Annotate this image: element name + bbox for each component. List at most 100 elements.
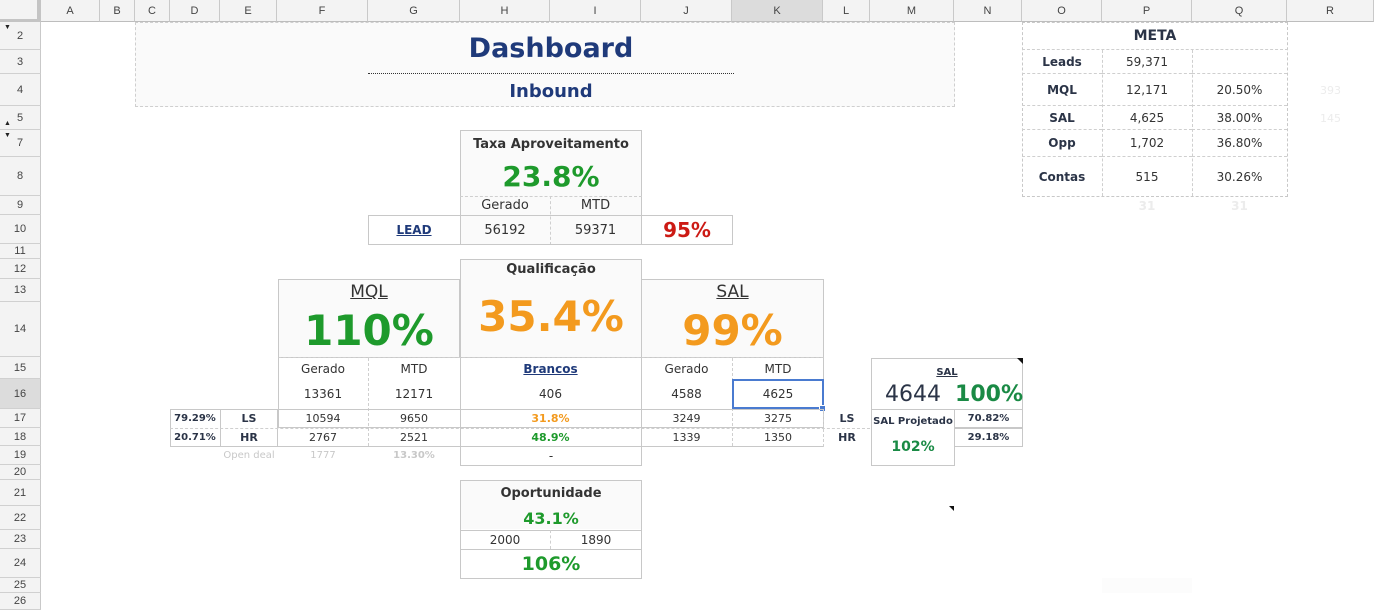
taxa-gerado-label: Gerado [481,198,529,213]
meta-row-pct: 30.26% [1216,169,1263,184]
row-number: 26 [13,595,27,607]
row-header[interactable]: 25 [0,578,41,593]
column-header[interactable]: H [460,0,550,22]
row-number: 21 [13,486,27,499]
row-header[interactable]: 2 ▼ [0,22,41,50]
collapse-group-icon[interactable]: ▼ [4,132,11,139]
title-divider [368,73,734,74]
expand-group-icon[interactable]: ▲ [4,120,11,127]
row-number: 23 [13,533,27,545]
row-number: 7 [16,137,24,149]
row-header[interactable]: 20 [0,465,41,480]
row-header[interactable]: 26 [0,593,41,610]
qualificacao-ls-pct: 31.8% [531,412,570,425]
row-header[interactable]: 24 [0,549,41,578]
row-header[interactable]: 8 [0,157,41,196]
brancos-link[interactable]: Brancos [460,358,641,379]
sal-ls-share: 70.82% [967,413,1010,424]
sal-gerado-value: 4588 [671,387,702,401]
sal-hr-share: 29.18% [967,431,1010,443]
row-header[interactable]: 17 [0,409,41,428]
meta-title: META [1022,22,1288,50]
row-header[interactable]: 23 [0,530,41,549]
divider [1102,50,1103,196]
dashboard-subtitle: Inbound [509,80,593,102]
qualificacao-bottom: - [548,449,554,463]
row-header[interactable]: 3 [0,50,41,74]
row-header[interactable]: 19 [0,446,41,465]
row-header[interactable]: 4 [0,74,41,106]
row-header[interactable]: 18 [0,428,41,446]
column-header[interactable]: B [100,0,135,22]
column-header[interactable]: M [870,0,954,22]
lead-link[interactable]: LEAD [368,215,460,245]
row-number: 9 [16,199,24,211]
row-header[interactable]: 21 [0,480,41,506]
row-number: 22 [13,511,27,524]
oportunidade-value: 43.1% [523,508,579,528]
meta-row-value: 4,625 [1102,106,1192,130]
mql-ls-mtd: 9650 [400,412,428,425]
row-header[interactable]: 13 [0,279,41,302]
column-header[interactable]: F [277,0,368,22]
mql-gerado-value: 13361 [303,387,343,401]
oportunidade-title: Oportunidade [500,485,602,501]
column-header[interactable]: P [1102,0,1192,22]
qualificacao-value: 35.4% [478,291,624,341]
row-number: 2 [16,29,24,42]
row-header[interactable]: 12 [0,259,41,279]
selected-cell-sal-mtd[interactable]: 4625 [732,379,824,409]
column-header[interactable]: A [41,0,100,22]
collapse-group-icon[interactable]: ▼ [4,24,11,31]
row-number: 25 [13,579,27,591]
column-header[interactable]: L [823,0,870,22]
comment-indicator-icon[interactable] [949,506,954,511]
sal-hr-label: HR [838,430,856,444]
oportunidade-left: 2000 [489,532,521,547]
column-header[interactable]: C [135,0,170,22]
row-number: 5 [16,111,24,124]
open-deal-value: 1777 [310,450,336,461]
sal-hr-gerado: 1339 [672,430,701,444]
meta-side-value: 145 [1320,111,1341,125]
column-header[interactable]: R [1287,0,1374,22]
column-header[interactable]: J [641,0,732,22]
row-number: 18 [13,430,27,443]
column-header[interactable]: E [220,0,277,22]
mql-hr-label: HR [240,430,258,444]
sal-ls-gerado: 3249 [672,412,701,425]
row-number: 8 [16,170,24,182]
mql-ls-gerado: 10594 [305,412,341,425]
meta-row-value: 1,702 [1102,130,1192,157]
meta-row-label: MQL [1022,74,1102,106]
row-header[interactable]: 15 [0,357,41,379]
row-header[interactable]: 5 ▲ [0,106,41,130]
qualificacao-title: Qualificação [506,261,596,277]
column-header[interactable]: D [170,0,220,22]
row-header[interactable]: 16 [0,379,41,409]
row-header[interactable]: 11 [0,244,41,259]
taxa-mtd-label: MTD [580,198,611,213]
row-header[interactable]: 22 [0,506,41,530]
column-header[interactable]: N [954,0,1022,22]
row-number: 17 [13,412,27,424]
sal-projection-value: 4644 [885,382,941,407]
taxa-title: Taxa Aproveitamento [473,136,629,152]
row-header[interactable]: 10 [0,215,41,244]
mql-hr-share: 20.71% [174,431,216,443]
meta-row-label: Opp [1022,130,1102,157]
column-header[interactable]: K [732,0,823,22]
sal-projetado-pct: 102% [891,439,935,455]
row-header[interactable]: 9 [0,196,41,215]
row-header[interactable]: 7 ▼ [0,130,41,157]
column-header[interactable]: O [1022,0,1102,22]
row-number: 10 [13,223,27,235]
row-header[interactable]: 14 [0,302,41,357]
open-deal-pct: 13.30% [393,450,435,461]
column-header[interactable]: Q [1192,0,1287,22]
brancos-value: 406 [539,387,562,401]
sal-mtd-label: MTD [764,361,792,376]
column-header[interactable]: I [550,0,641,22]
select-all-corner[interactable] [0,0,41,22]
column-header[interactable]: G [368,0,460,22]
